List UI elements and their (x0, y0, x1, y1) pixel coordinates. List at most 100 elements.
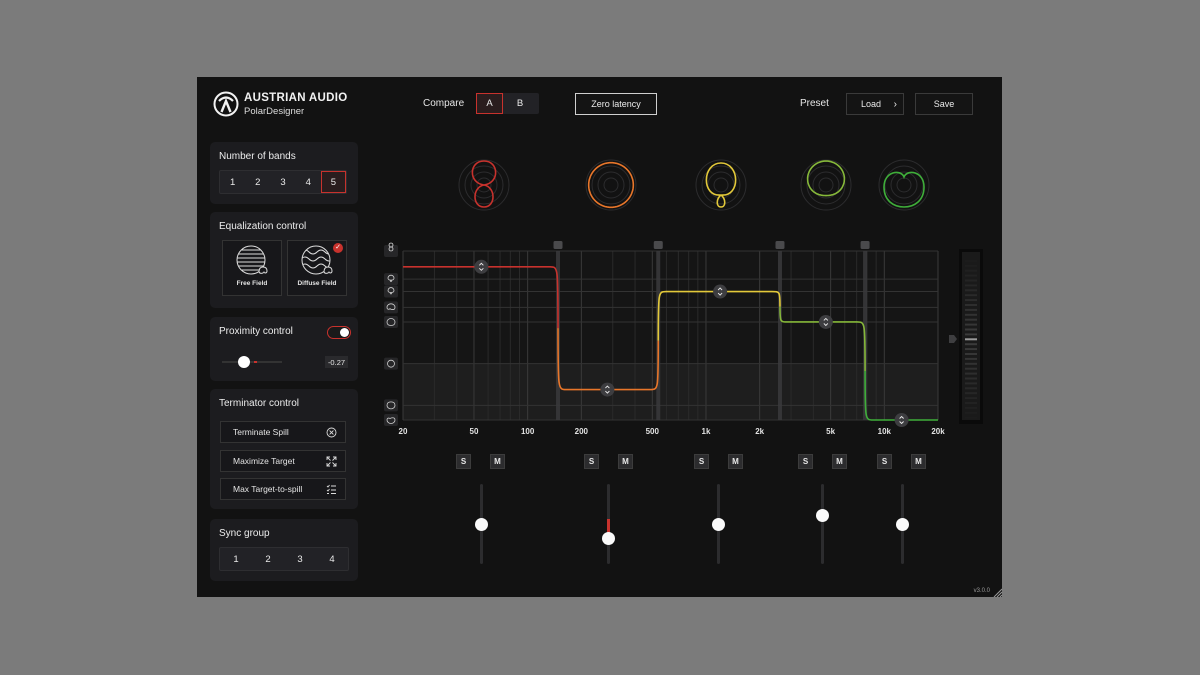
band-1-gain-fader-knob[interactable] (474, 517, 488, 531)
icon-background (384, 357, 398, 370)
band-2-gain-fader-knob[interactable] (601, 532, 615, 546)
band-5-pattern-handle[interactable] (894, 413, 909, 427)
meter-segment (965, 323, 977, 326)
meter-segment (965, 343, 977, 346)
meter-segment (965, 362, 977, 365)
meter-segment (965, 318, 977, 321)
band-4-gain-fader-knob[interactable] (815, 509, 829, 523)
y-axis-pattern-wide-cardioid-icon[interactable] (384, 315, 398, 328)
y-axis-pattern-rear-cardioid-icon[interactable] (384, 414, 398, 426)
polar-grid-circle (585, 159, 637, 211)
band-5-solo-button[interactable]: S (877, 454, 892, 469)
y-axis-pattern-omni-icon[interactable] (384, 357, 398, 370)
handle-circle[interactable] (894, 413, 909, 427)
output-level-meter (959, 249, 983, 424)
meter-segment (965, 255, 977, 257)
crossover-handle[interactable] (653, 241, 663, 249)
band-3-solo-button[interactable]: S (694, 454, 709, 469)
x-tick-label: 20 (399, 427, 408, 436)
y-axis-pattern-supercardioid-icon[interactable] (384, 285, 398, 298)
meter-segment (965, 338, 977, 341)
meter-segment (965, 328, 977, 331)
y-axis-pattern-cardioid-icon[interactable] (384, 301, 398, 314)
meter-segment (965, 259, 977, 262)
polar-grid-circle (695, 159, 747, 211)
meter-segment (965, 416, 977, 419)
meter-segment (965, 372, 977, 375)
meter-segment (965, 284, 977, 287)
band-1-pattern-handle[interactable] (474, 259, 489, 274)
meter-segment (965, 274, 977, 277)
crossover-line[interactable] (777, 251, 782, 420)
meter-segment (965, 264, 977, 267)
band-2-pattern-handle[interactable] (600, 382, 615, 397)
band-2-mute-button[interactable]: M (618, 454, 633, 469)
polar-grid-circle (896, 177, 912, 193)
band-4-pattern-handle[interactable] (818, 314, 833, 329)
band-1-polar-pattern-preview (458, 159, 510, 211)
band-5-polar-pattern-preview (878, 159, 930, 211)
meter-segment (965, 377, 977, 380)
meter-body (962, 252, 980, 420)
handle-circle[interactable] (474, 259, 489, 274)
crossover-handle[interactable] (775, 241, 785, 249)
meter-segment (965, 308, 977, 311)
meter-segment (965, 348, 977, 351)
band-3-polar-pattern-preview (695, 159, 747, 211)
band-4-gain-fader-track[interactable] (820, 484, 824, 564)
icon-background (384, 399, 398, 412)
version-label: v3.0.0 (973, 588, 990, 594)
x-tick-label: 10k (878, 427, 892, 436)
meter-segment (965, 304, 977, 306)
polar-designer-plot: 20 50 100 200 500 1k 2k 5k 10k 20k (384, 159, 983, 436)
icon-background (384, 301, 398, 314)
meter-segment (965, 387, 977, 390)
handle-circle[interactable] (713, 284, 728, 299)
meter-level-marker[interactable] (949, 335, 957, 343)
x-tick-label: 200 (575, 427, 589, 436)
meter-segment (965, 406, 977, 409)
handle-circle[interactable] (818, 314, 833, 329)
polar-grid-circle (818, 177, 834, 193)
meter-segment (965, 279, 977, 282)
crossover-handle[interactable] (860, 241, 870, 249)
y-axis-pattern-hypercardioid-icon[interactable] (384, 273, 398, 286)
meter-segment (965, 392, 977, 395)
meter-segment (965, 402, 977, 404)
meter-segment (965, 357, 977, 360)
icon-background (384, 315, 398, 328)
meter-segment (965, 313, 977, 316)
meter-segment (965, 353, 977, 355)
polar-grid-circle (713, 177, 729, 193)
band-3-pattern-handle[interactable] (713, 284, 728, 299)
meter-segment (965, 397, 977, 400)
band-5-gain-fader-knob[interactable] (895, 517, 909, 531)
polar-pattern-curve (705, 162, 737, 208)
band-4-mute-button[interactable]: M (832, 454, 847, 469)
band-1-mute-button[interactable]: M (490, 454, 505, 469)
handle-circle[interactable] (600, 382, 615, 397)
band-1-solo-button[interactable]: S (456, 454, 471, 469)
y-axis-pattern-figure-8-icon[interactable] (384, 242, 398, 257)
meter-segment (965, 269, 977, 272)
band-5-mute-button[interactable]: M (911, 454, 926, 469)
band-2-solo-button[interactable]: S (584, 454, 599, 469)
polar-pattern-curve (587, 161, 635, 209)
x-tick-label: 20k (931, 427, 945, 436)
icon-background (384, 414, 398, 426)
band-3-gain-fader-knob[interactable] (711, 517, 725, 531)
x-tick-label: 50 (470, 427, 479, 436)
band-3-mute-button[interactable]: M (728, 454, 743, 469)
plugin-window: AUSTRIAN AUDIO PolarDesigner Compare A B… (197, 77, 1002, 597)
band-4-polar-pattern-preview (800, 159, 852, 211)
meter-segment (965, 289, 977, 292)
polar-grid-circle (707, 171, 735, 199)
x-tick-label: 100 (521, 427, 535, 436)
resize-handle-icon[interactable] (992, 587, 1002, 597)
plot-rear-area (403, 363, 938, 420)
meter-segment (965, 411, 977, 414)
y-axis-pattern-rear-wide-cardioid-icon[interactable] (384, 399, 398, 412)
band-4-solo-button[interactable]: S (798, 454, 813, 469)
crossover-handle[interactable] (553, 241, 563, 249)
meter-segment (965, 294, 977, 297)
